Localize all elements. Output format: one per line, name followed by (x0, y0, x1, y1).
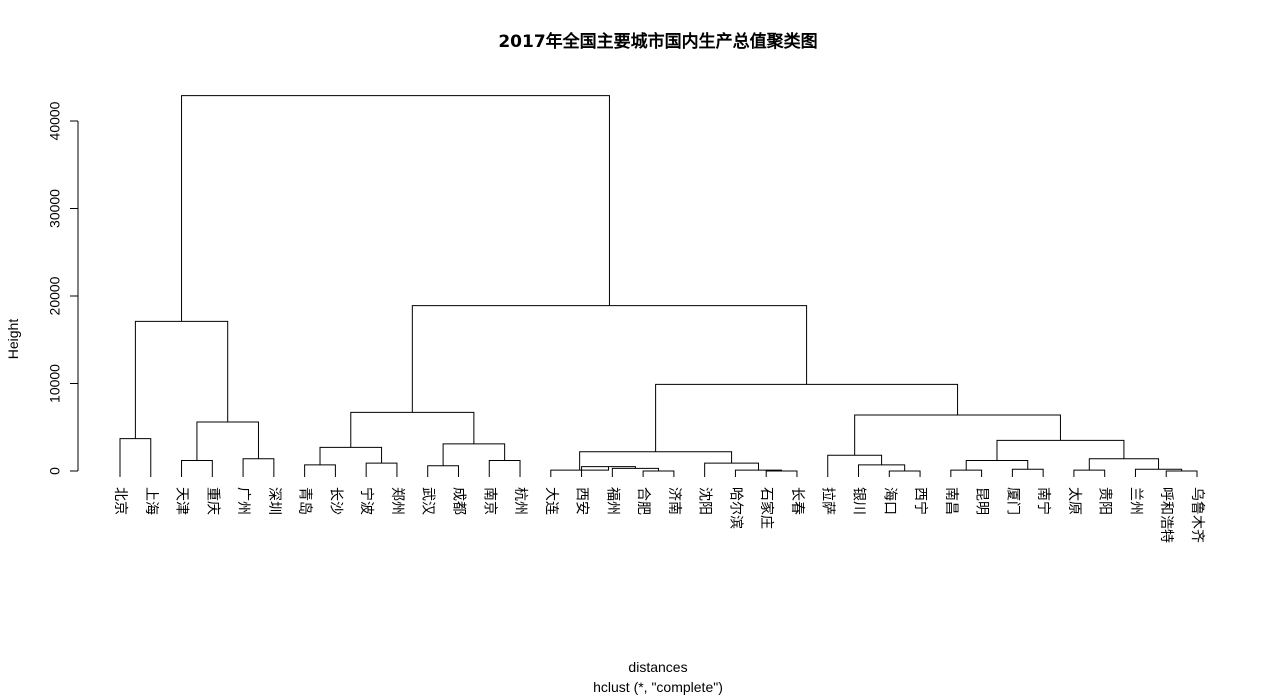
leaf-label: 呼和浩特 (1158, 487, 1174, 543)
leaf-label: 南昌 (943, 487, 959, 515)
dendrogram-link (1165, 470, 1198, 477)
dendrogram-link (134, 320, 229, 439)
dendrogram-link (350, 411, 475, 448)
leaf-label: 厦门 (1004, 487, 1020, 515)
dendrogram-link (996, 439, 1125, 461)
dendrogram-link (1088, 458, 1160, 471)
leaf-label: 深圳 (266, 487, 282, 515)
y-tick-label: 10000 (47, 364, 63, 403)
dendrogram-link (196, 421, 259, 461)
dendrogram-link (888, 470, 921, 477)
leaf-label: 西安 (574, 487, 590, 515)
leaf-labels: 北京 上海 天津 重庆 广州 深圳 青岛 长沙 宁波 郑州 武汉 成都 南京 杭州 大连 西安 福州 合肥 济南 沈阳… (112, 487, 1205, 543)
y-tick-label: 0 (47, 467, 63, 475)
dendrogram-link (181, 460, 213, 477)
y-axis-title: Height (5, 319, 21, 360)
chart-title: 2017年全国主要城市国内生产总值聚类图 (498, 31, 817, 52)
dendrogram-link (642, 470, 675, 477)
dendrogram-link (181, 95, 610, 322)
leaf-label: 武汉 (420, 487, 436, 515)
leaf-label: 乌鲁木齐 (1189, 487, 1205, 543)
leaf-label: 成都 (450, 487, 466, 515)
leaf-label: 大连 (543, 487, 559, 515)
dendrogram-link (611, 467, 659, 477)
leaf-label: 兰州 (1127, 487, 1143, 515)
dendrogram-chart: 2017年全国主要城市国内生产总值聚类图 Height distances hc… (5, 31, 1205, 695)
leaf-label: 沈阳 (697, 487, 713, 515)
dendrogram-link (950, 469, 983, 477)
dendrogram-link (119, 438, 152, 477)
dendrogram-link (1134, 468, 1183, 477)
dendrogram-link (442, 443, 506, 466)
leaf-label: 广州 (235, 487, 251, 515)
leaf-label: 南宁 (1035, 487, 1052, 515)
leaf-label: 北京 (112, 487, 128, 515)
dendrogram-link (427, 465, 459, 477)
leaf-label: 海口 (881, 487, 897, 515)
leaf-label: 福州 (604, 487, 620, 515)
leaf-label: 青岛 (297, 487, 313, 515)
y-tick-label: 30000 (47, 189, 63, 228)
leaf-label: 天津 (174, 487, 190, 515)
x-axis-subtitle: hclust (*, "complete") (593, 679, 723, 695)
dendrogram-link (411, 305, 808, 413)
dendrogram-link (304, 464, 336, 477)
dendrogram-link (655, 383, 959, 452)
x-axis-title: distances (628, 659, 687, 675)
y-tick-label: 20000 (47, 276, 63, 315)
leaf-label: 西宁 (912, 487, 929, 515)
dendrogram-link (854, 414, 1061, 456)
leaf-label: 合肥 (635, 487, 651, 515)
leaf-label: 宁波 (358, 487, 375, 515)
leaf-label: 南京 (481, 487, 497, 515)
leaf-label: 贵阳 (1097, 487, 1113, 515)
leaf-label: 长沙 (327, 487, 343, 515)
dendrogram-links (119, 95, 1198, 477)
leaf-label: 银川 (851, 487, 867, 515)
leaf-label: 上海 (143, 487, 159, 515)
dendrogram-link (765, 470, 798, 477)
leaf-label: 拉萨 (820, 487, 836, 515)
leaf-label: 长春 (789, 487, 805, 515)
dendrogram-link (242, 458, 275, 477)
dendrogram-link (965, 460, 1029, 471)
leaf-label: 杭州 (512, 487, 528, 515)
dendrogram-link (488, 460, 521, 477)
leaf-label: 昆明 (974, 487, 990, 515)
dendrogram-link (1073, 469, 1106, 477)
leaf-label: 郑州 (389, 487, 405, 515)
dendrogram-link (579, 451, 733, 471)
y-axis: 0 10000 20000 30000 40000 (47, 101, 79, 475)
leaf-label: 哈尔滨 (727, 487, 743, 529)
dendrogram-link (827, 454, 883, 477)
leaf-label: 重庆 (204, 487, 220, 515)
leaf-label: 太原 (1066, 487, 1082, 515)
leaf-label: 石家庄 (758, 487, 775, 529)
dendrogram-link (319, 446, 383, 465)
dendrogram-link (1011, 468, 1044, 477)
y-tick-label: 40000 (47, 101, 63, 140)
dendrogram-link (365, 462, 398, 477)
leaf-label: 济南 (666, 487, 682, 515)
